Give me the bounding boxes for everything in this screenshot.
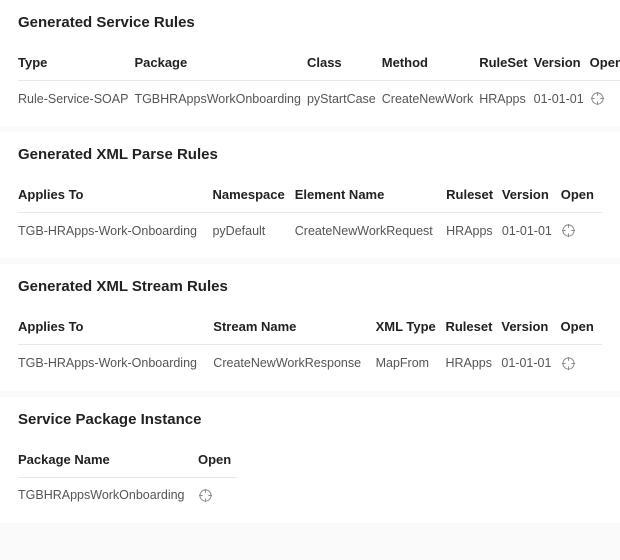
col-element-name: Element Name xyxy=(295,181,446,213)
cell-applies-to: TGB-HRApps-Work-Onboarding xyxy=(18,213,212,247)
open-icon[interactable] xyxy=(198,488,213,503)
cell-ruleset: HRApps xyxy=(446,213,502,247)
col-namespace: Namespace xyxy=(212,181,294,213)
service-rules-section: Generated Service Rules Type Package Cla… xyxy=(0,0,620,126)
col-version: Version xyxy=(502,181,561,213)
col-ruleset: Ruleset xyxy=(445,313,501,345)
cell-ruleset: HRApps xyxy=(479,81,533,115)
col-applies-to: Applies To xyxy=(18,181,212,213)
table-row: TGB-HRApps-Work-Onboarding CreateNewWork… xyxy=(18,345,602,379)
cell-applies-to: TGB-HRApps-Work-Onboarding xyxy=(18,345,213,379)
col-open: Open xyxy=(198,446,237,478)
col-method: Method xyxy=(382,49,479,81)
col-ruleset: RuleSet xyxy=(479,49,533,81)
col-applies-to: Applies To xyxy=(18,313,213,345)
open-icon[interactable] xyxy=(561,356,576,371)
col-ruleset: Ruleset xyxy=(446,181,502,213)
xml-stream-rules-section: Generated XML Stream Rules Applies To St… xyxy=(0,264,620,390)
cell-version: 01-01-01 xyxy=(502,213,561,247)
xml-parse-rules-title: Generated XML Parse Rules xyxy=(18,146,602,163)
col-version: Version xyxy=(534,49,590,81)
col-version: Version xyxy=(501,313,560,345)
service-package-table: Package Name Open TGBHRAppsWorkOnboardin… xyxy=(18,446,237,511)
col-xml-type: XML Type xyxy=(376,313,446,345)
open-icon[interactable] xyxy=(561,223,576,238)
cell-stream-name: CreateNewWorkResponse xyxy=(213,345,375,379)
col-open: Open xyxy=(561,313,602,345)
col-type: Type xyxy=(18,49,134,81)
xml-parse-rules-section: Generated XML Parse Rules Applies To Nam… xyxy=(0,132,620,258)
col-package: Package xyxy=(134,49,307,81)
cell-type: Rule-Service-SOAP xyxy=(18,81,134,115)
cell-package: TGBHRAppsWorkOnboarding xyxy=(134,81,307,115)
xml-parse-rules-table: Applies To Namespace Element Name Rulese… xyxy=(18,181,602,246)
cell-xml-type: MapFrom xyxy=(376,345,446,379)
xml-stream-rules-table: Applies To Stream Name XML Type Ruleset … xyxy=(18,313,602,378)
cell-version: 01-01-01 xyxy=(501,345,560,379)
service-rules-title: Generated Service Rules xyxy=(18,14,602,31)
table-row: TGB-HRApps-Work-Onboarding pyDefault Cre… xyxy=(18,213,602,247)
table-row: Rule-Service-SOAP TGBHRAppsWorkOnboardin… xyxy=(18,81,620,115)
table-row: TGBHRAppsWorkOnboarding xyxy=(18,477,237,511)
col-open: Open xyxy=(590,49,620,81)
col-stream-name: Stream Name xyxy=(213,313,375,345)
col-open: Open xyxy=(561,181,602,213)
cell-ruleset: HRApps xyxy=(445,345,501,379)
col-class: Class xyxy=(307,49,382,81)
service-rules-table: Type Package Class Method RuleSet Versio… xyxy=(18,49,620,114)
cell-class: pyStartCase xyxy=(307,81,382,115)
service-package-section: Service Package Instance Package Name Op… xyxy=(0,397,620,523)
xml-stream-rules-title: Generated XML Stream Rules xyxy=(18,278,602,295)
cell-namespace: pyDefault xyxy=(212,213,294,247)
open-icon[interactable] xyxy=(590,91,605,106)
service-package-title: Service Package Instance xyxy=(18,411,602,428)
cell-element-name: CreateNewWorkRequest xyxy=(295,213,446,247)
col-package-name: Package Name xyxy=(18,446,198,478)
cell-version: 01-01-01 xyxy=(534,81,590,115)
cell-method: CreateNewWork xyxy=(382,81,479,115)
cell-package-name: TGBHRAppsWorkOnboarding xyxy=(18,477,198,511)
